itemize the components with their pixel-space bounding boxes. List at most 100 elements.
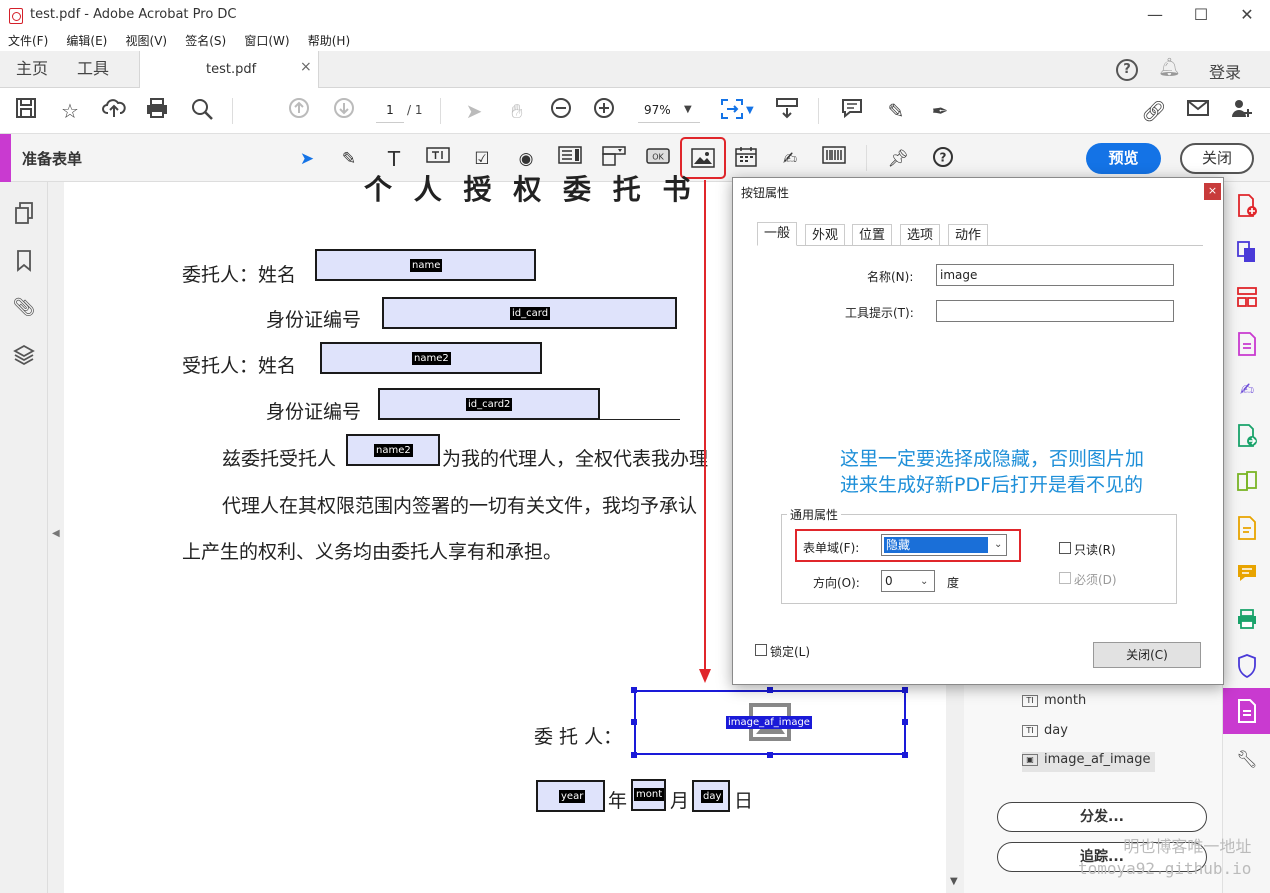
form-field-month[interactable]: mont — [631, 779, 666, 811]
left-panel-collapse-handle[interactable]: ◀ — [48, 182, 64, 893]
distribute-button[interactable]: 分发... — [997, 802, 1207, 832]
layers-icon[interactable] — [12, 344, 36, 368]
resize-handle[interactable] — [902, 719, 908, 725]
form-field-id-card[interactable]: id_card — [382, 297, 677, 329]
tab-general[interactable]: 一般 — [757, 222, 798, 246]
menu-view[interactable]: 视图(V) — [126, 31, 168, 51]
form-field-name2[interactable]: name2 — [320, 342, 542, 374]
help-circle-icon[interactable]: ? — [930, 146, 956, 172]
prepare-form-active-tool[interactable] — [1223, 688, 1270, 734]
dialog-close-button[interactable]: 关闭(C) — [1093, 642, 1201, 668]
sign-pen-icon[interactable]: ✒ — [926, 97, 954, 125]
resize-handle[interactable] — [902, 752, 908, 758]
tab-appearance[interactable]: 外观 — [805, 224, 846, 246]
tab-options[interactable]: 选项 — [900, 224, 941, 246]
resize-handle[interactable] — [631, 752, 637, 758]
next-page-icon[interactable] — [330, 97, 358, 125]
comment-bubble-icon[interactable] — [1235, 562, 1259, 586]
select-object-icon[interactable]: ➤ — [294, 146, 320, 172]
notification-bell-icon[interactable]: 🔔︎ — [1158, 57, 1181, 78]
menu-sign[interactable]: 签名(S) — [185, 31, 226, 51]
email-icon[interactable] — [1184, 97, 1212, 125]
add-user-icon[interactable] — [1228, 97, 1256, 125]
minimize-button[interactable]: — — [1132, 0, 1178, 31]
readonly-checkbox[interactable] — [1059, 542, 1071, 554]
attachments-paperclip-icon[interactable]: 📎︎ — [12, 296, 36, 320]
combine-files-icon[interactable] — [1235, 240, 1259, 264]
bookmarks-icon[interactable] — [12, 250, 36, 274]
required-checkbox[interactable] — [1059, 572, 1071, 584]
export-pdf-icon[interactable] — [1235, 424, 1259, 448]
hand-tool-icon[interactable]: ✋︎ — [503, 97, 531, 125]
tab-document[interactable]: test.pdf × — [139, 51, 319, 88]
zoom-in-icon[interactable] — [590, 97, 618, 125]
create-pdf-icon[interactable] — [1235, 194, 1259, 218]
resize-handle[interactable] — [631, 719, 637, 725]
form-field-name[interactable]: name — [315, 249, 536, 281]
compare-files-icon[interactable] — [1235, 470, 1259, 494]
bookmark-star-icon[interactable]: ☆ — [56, 97, 84, 125]
barcode-icon[interactable] — [821, 146, 847, 172]
highlight-pen-icon[interactable]: ✎ — [882, 97, 910, 125]
help-icon[interactable]: ? — [1116, 59, 1138, 81]
zoom-search-icon[interactable] — [188, 97, 216, 125]
resize-handle[interactable] — [631, 687, 637, 693]
window-close-button[interactable]: ✕ — [1224, 0, 1270, 31]
maximize-button[interactable]: ☐ — [1178, 0, 1224, 31]
comment-tool-icon[interactable] — [1235, 516, 1259, 540]
select-arrow-icon[interactable]: ➤ — [460, 97, 488, 125]
fit-options-chevron-icon[interactable]: ▼ — [746, 105, 754, 116]
previous-page-icon[interactable] — [285, 97, 313, 125]
edit-fields-icon[interactable]: ✎ — [336, 146, 362, 172]
comment-icon[interactable] — [838, 97, 866, 125]
document-tab-close-icon[interactable]: × — [300, 59, 312, 75]
share-link-icon[interactable]: 🔗︎ — [1140, 97, 1168, 125]
zoom-out-icon[interactable] — [547, 97, 575, 125]
resize-handle[interactable] — [902, 687, 908, 693]
menu-file[interactable]: 文件(F) — [8, 31, 48, 51]
close-form-button[interactable]: 关闭 — [1180, 143, 1254, 174]
form-field-year[interactable]: year — [536, 780, 605, 812]
page-number-input[interactable]: 1 — [376, 99, 404, 123]
form-field-day[interactable]: day — [692, 780, 730, 812]
organize-pages-icon[interactable] — [1235, 286, 1259, 310]
zoom-level-select[interactable]: 97% ▼ — [638, 99, 700, 123]
keyboard-scroll-icon[interactable] — [773, 97, 801, 125]
fit-page-icon[interactable] — [718, 97, 746, 125]
orientation-select[interactable]: 0 ⌄ — [881, 570, 935, 592]
menu-window[interactable]: 窗口(W) — [244, 31, 289, 51]
form-field-image-selected[interactable]: image_af_image — [634, 690, 906, 755]
lock-checkbox[interactable] — [755, 644, 767, 656]
field-list-item-day[interactable]: TI day — [1022, 723, 1068, 743]
edit-pdf-icon[interactable] — [1235, 332, 1259, 356]
dialog-close-icon[interactable]: × — [1204, 183, 1221, 200]
resize-handle[interactable] — [767, 687, 773, 693]
resize-handle[interactable] — [767, 752, 773, 758]
fill-sign-icon[interactable]: ✍ — [1235, 378, 1259, 402]
signature-field-icon[interactable]: ✍ — [777, 146, 803, 172]
print-production-icon[interactable] — [1235, 608, 1259, 632]
menu-edit[interactable]: 编辑(E) — [66, 31, 107, 51]
tab-tools[interactable]: 工具 — [63, 51, 123, 88]
print-icon[interactable] — [143, 97, 171, 125]
form-field-name2-inline[interactable]: name2 — [346, 434, 440, 466]
field-list-item-month[interactable]: TI month — [1022, 693, 1086, 713]
protect-shield-icon[interactable] — [1235, 654, 1259, 679]
tab-home[interactable]: 主页 — [2, 51, 62, 88]
scroll-down-arrow-icon[interactable]: ▼ — [950, 876, 958, 887]
save-icon[interactable] — [12, 97, 40, 125]
name-field[interactable]: image — [936, 264, 1174, 286]
login-link[interactable]: 登录 — [1209, 59, 1241, 83]
form-field-id-card2[interactable]: id_card2 — [378, 388, 600, 420]
cloud-upload-icon[interactable] — [100, 97, 128, 125]
more-tools-wrench-icon[interactable]: 🔧︎ — [1235, 748, 1259, 772]
date-field-icon[interactable] — [733, 146, 759, 172]
menu-help[interactable]: 帮助(H) — [308, 31, 350, 51]
tooltip-field[interactable] — [936, 300, 1174, 322]
page-thumbnails-icon[interactable] — [12, 202, 36, 226]
preview-button[interactable]: 预览 — [1086, 143, 1161, 174]
field-list-item-image[interactable]: ▣ image_af_image — [1022, 752, 1155, 772]
tab-position[interactable]: 位置 — [852, 224, 893, 246]
pin-icon[interactable]: 📌︎ — [885, 146, 911, 172]
tab-actions[interactable]: 动作 — [948, 224, 989, 246]
